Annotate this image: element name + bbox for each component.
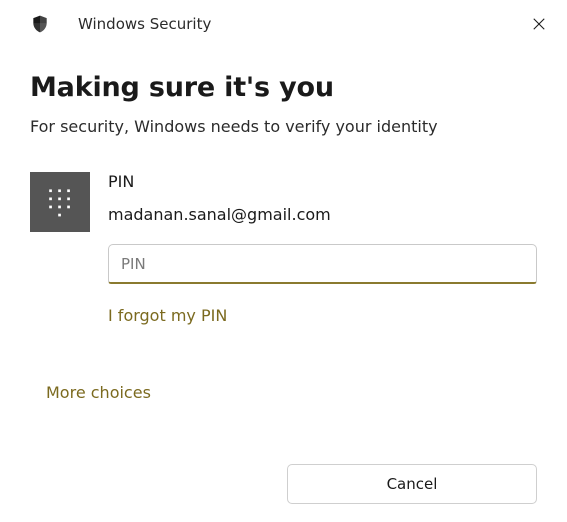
- credential-type-label: PIN: [108, 172, 537, 191]
- credential-body: PIN madanan.sanal@gmail.com I forgot my …: [108, 172, 537, 325]
- dialog-heading: Making sure it's you: [30, 72, 537, 103]
- forgot-pin-link[interactable]: I forgot my PIN: [108, 306, 227, 325]
- close-icon: [532, 17, 546, 31]
- close-button[interactable]: [525, 10, 553, 38]
- shield-icon: [30, 14, 50, 34]
- titlebar: Windows Security: [0, 0, 567, 42]
- credential-tile: [30, 172, 90, 232]
- credential-row: PIN madanan.sanal@gmail.com I forgot my …: [30, 172, 537, 325]
- pin-input[interactable]: [108, 244, 537, 284]
- dialog-content: Making sure it's you For security, Windo…: [0, 42, 567, 402]
- keypad-icon: [42, 184, 78, 220]
- dialog-subheading: For security, Windows needs to verify yo…: [30, 117, 537, 136]
- more-choices-link[interactable]: More choices: [46, 383, 151, 402]
- app-title: Windows Security: [78, 15, 211, 33]
- account-email: madanan.sanal@gmail.com: [108, 205, 537, 224]
- cancel-button[interactable]: Cancel: [287, 464, 537, 504]
- dialog-footer: Cancel: [287, 464, 537, 504]
